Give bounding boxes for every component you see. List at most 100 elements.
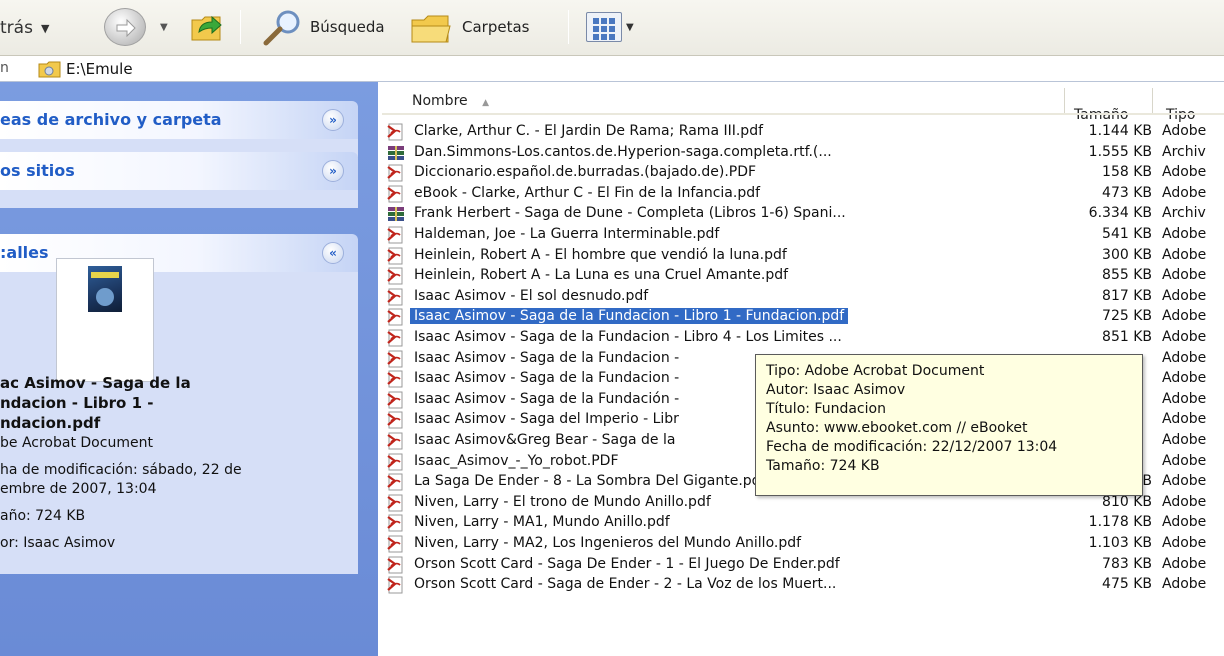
file-name[interactable]: Frank Herbert - Saga de Dune - Completa … bbox=[414, 205, 846, 221]
column-divider[interactable] bbox=[1064, 88, 1065, 114]
file-row[interactable]: Orson Scott Card - Saga De Ender - 1 - E… bbox=[386, 554, 1224, 576]
file-row[interactable]: Clarke, Arthur C. - El Jardin De Rama; R… bbox=[386, 121, 1224, 143]
file-name[interactable]: Niven, Larry - El trono de Mundo Anillo.… bbox=[414, 494, 711, 510]
toolbar: trás ▼ ▼ Búsqueda Carpetas ▼ bbox=[0, 0, 1224, 56]
chevron-up-double-icon[interactable]: « bbox=[322, 242, 344, 264]
file-folder-tasks-header[interactable]: eas de archivo y carpeta » bbox=[0, 101, 358, 139]
file-row[interactable]: Isaac Asimov - Saga de la Fundacion - Li… bbox=[386, 327, 1224, 349]
file-name[interactable]: Niven, Larry - MA1, Mundo Anillo.pdf bbox=[414, 514, 670, 530]
address-bar[interactable]: n E:\Emule bbox=[0, 56, 1224, 82]
file-type: Adobe bbox=[1162, 123, 1207, 139]
pdf-icon bbox=[386, 472, 406, 492]
pdf-icon bbox=[386, 225, 406, 245]
file-row[interactable]: Isaac Asimov - Saga de la Fundacion - Li… bbox=[386, 306, 1224, 328]
pdf-icon bbox=[386, 122, 406, 142]
details-file-name-line2: ndacion - Libro 1 - bbox=[0, 394, 154, 412]
file-name[interactable]: Isaac Asimov&Greg Bear - Saga de la bbox=[414, 432, 675, 448]
file-size: 473 KB bbox=[1102, 185, 1152, 201]
address-label-edge: n bbox=[0, 60, 9, 76]
pdf-icon bbox=[386, 555, 406, 575]
file-name[interactable]: La Saga De Ender - 8 - La Sombra Del Gig… bbox=[414, 473, 766, 489]
column-divider[interactable] bbox=[1152, 88, 1153, 114]
file-name[interactable]: Haldeman, Joe - La Guerra Interminable.p… bbox=[414, 226, 719, 242]
chevron-down-double-icon[interactable]: » bbox=[322, 109, 344, 131]
details-header[interactable]: :alles « bbox=[0, 234, 358, 272]
details-file-name-line3: ndacion.pdf bbox=[0, 414, 101, 432]
file-row[interactable]: Heinlein, Robert A - El hombre que vendi… bbox=[386, 245, 1224, 267]
file-type: Adobe bbox=[1162, 308, 1207, 324]
pdf-icon bbox=[386, 246, 406, 266]
file-name[interactable]: Isaac Asimov - Saga de la Fundacion - Li… bbox=[414, 329, 842, 345]
file-name[interactable]: Niven, Larry - MA2, Los Ingenieros del M… bbox=[414, 535, 801, 551]
file-name[interactable]: Diccionario.español.de.burradas.(bajado.… bbox=[414, 164, 756, 180]
file-size: 817 KB bbox=[1102, 288, 1152, 304]
file-row[interactable]: Niven, Larry - MA1, Mundo Anillo.pdf 1.17… bbox=[386, 512, 1224, 534]
folders-button[interactable]: Carpetas bbox=[408, 8, 529, 46]
tooltip-subject: Asunto: www.ebooket.com // eBooket bbox=[766, 420, 1028, 436]
chevron-down-icon[interactable]: ▼ bbox=[160, 22, 168, 33]
file-row[interactable]: Orson Scott Card - Saga de Ender - 2 - L… bbox=[386, 574, 1224, 596]
file-row[interactable]: eBook - Clarke, Arthur C - El Fin de la … bbox=[386, 183, 1224, 205]
file-name[interactable]: eBook - Clarke, Arthur C - El Fin de la … bbox=[414, 185, 760, 201]
other-places-body bbox=[0, 190, 358, 208]
folder-up-button[interactable] bbox=[190, 10, 226, 44]
file-name[interactable]: Heinlein, Robert A - La Luna es una Crue… bbox=[414, 267, 788, 283]
chevron-down-double-icon[interactable]: » bbox=[322, 160, 344, 182]
file-name[interactable]: Heinlein, Robert A - El hombre que vendi… bbox=[414, 247, 787, 263]
file-type: Adobe bbox=[1162, 164, 1207, 180]
file-row[interactable]: Frank Herbert - Saga de Dune - Completa … bbox=[386, 203, 1224, 225]
file-size: 725 KB bbox=[1102, 308, 1152, 324]
file-name[interactable]: Isaac Asimov - El sol desnudo.pdf bbox=[414, 288, 648, 304]
file-row[interactable]: Heinlein, Robert A - La Luna es una Crue… bbox=[386, 265, 1224, 287]
forward-arrow-icon bbox=[116, 18, 136, 38]
other-places-header[interactable]: os sitios » bbox=[0, 152, 358, 190]
sort-ascending-icon: ▲ bbox=[482, 98, 489, 108]
file-type: Adobe bbox=[1162, 556, 1207, 572]
column-header-name[interactable]: Nombre ▲ bbox=[412, 93, 489, 109]
back-button[interactable]: trás ▼ bbox=[0, 12, 49, 44]
file-size: 475 KB bbox=[1102, 576, 1152, 592]
forward-button[interactable] bbox=[104, 8, 146, 46]
file-row[interactable]: Niven, Larry - MA2, Los Ingenieros del M… bbox=[386, 533, 1224, 555]
toolbar-separator bbox=[240, 10, 241, 44]
file-folder-tasks-title: eas de archivo y carpeta bbox=[0, 110, 222, 129]
chevron-down-icon[interactable]: ▼ bbox=[626, 22, 634, 33]
file-name[interactable]: Clarke, Arthur C. - El Jardin De Rama; R… bbox=[414, 123, 763, 139]
file-name[interactable]: Isaac Asimov - Saga de la Fundacion - Li… bbox=[410, 308, 849, 324]
pdf-icon bbox=[386, 184, 406, 204]
file-name[interactable]: Orson Scott Card - Saga De Ender - 1 - E… bbox=[414, 556, 840, 572]
address-path[interactable]: E:\Emule bbox=[66, 60, 133, 78]
file-row[interactable]: Dan.Simmons-Los.cantos.de.Hyperion-saga.… bbox=[386, 142, 1224, 164]
file-name[interactable]: Isaac Asimov - Saga de la Fundacion - bbox=[414, 370, 679, 386]
file-row[interactable]: Diccionario.español.de.burradas.(bajado.… bbox=[386, 162, 1224, 184]
file-type: Adobe bbox=[1162, 514, 1207, 530]
pdf-icon bbox=[386, 369, 406, 389]
chevron-down-icon[interactable]: ▼ bbox=[41, 22, 49, 35]
file-name[interactable]: Isaac Asimov - Saga de la Fundación - bbox=[414, 391, 679, 407]
views-button[interactable]: ▼ bbox=[586, 10, 634, 44]
file-type: Adobe bbox=[1162, 453, 1207, 469]
file-name[interactable]: Dan.Simmons-Los.cantos.de.Hyperion-saga.… bbox=[414, 144, 832, 160]
file-row[interactable]: Isaac Asimov - El sol desnudo.pdf 817 KB A… bbox=[386, 286, 1224, 308]
file-type: Archiv bbox=[1162, 205, 1206, 221]
file-type: Adobe bbox=[1162, 329, 1207, 345]
file-size: 1.555 KB bbox=[1088, 144, 1152, 160]
file-name[interactable]: Isaac_Asimov_-_Yo_robot.PDF bbox=[414, 453, 619, 469]
file-row[interactable]: Haldeman, Joe - La Guerra Interminable.p… bbox=[386, 224, 1224, 246]
pdf-icon bbox=[386, 410, 406, 430]
pdf-icon bbox=[386, 493, 406, 513]
search-button[interactable]: Búsqueda bbox=[258, 8, 385, 46]
file-size: 851 KB bbox=[1102, 329, 1152, 345]
file-type: Adobe bbox=[1162, 370, 1207, 386]
toolbar-separator bbox=[568, 10, 569, 44]
file-type: Adobe bbox=[1162, 185, 1207, 201]
file-type: Adobe bbox=[1162, 411, 1207, 427]
search-icon bbox=[263, 10, 300, 46]
file-type: Adobe bbox=[1162, 226, 1207, 242]
details-file-type: be Acrobat Document bbox=[0, 435, 153, 451]
file-name[interactable]: Isaac Asimov - Saga de la Fundacion - bbox=[414, 350, 679, 366]
tooltip-type: Tipo: Adobe Acrobat Document bbox=[766, 363, 985, 379]
file-name[interactable]: Isaac Asimov - Saga del Imperio - Libr bbox=[414, 411, 679, 427]
file-name[interactable]: Orson Scott Card - Saga de Ender - 2 - L… bbox=[414, 576, 836, 592]
pdf-icon bbox=[386, 163, 406, 183]
